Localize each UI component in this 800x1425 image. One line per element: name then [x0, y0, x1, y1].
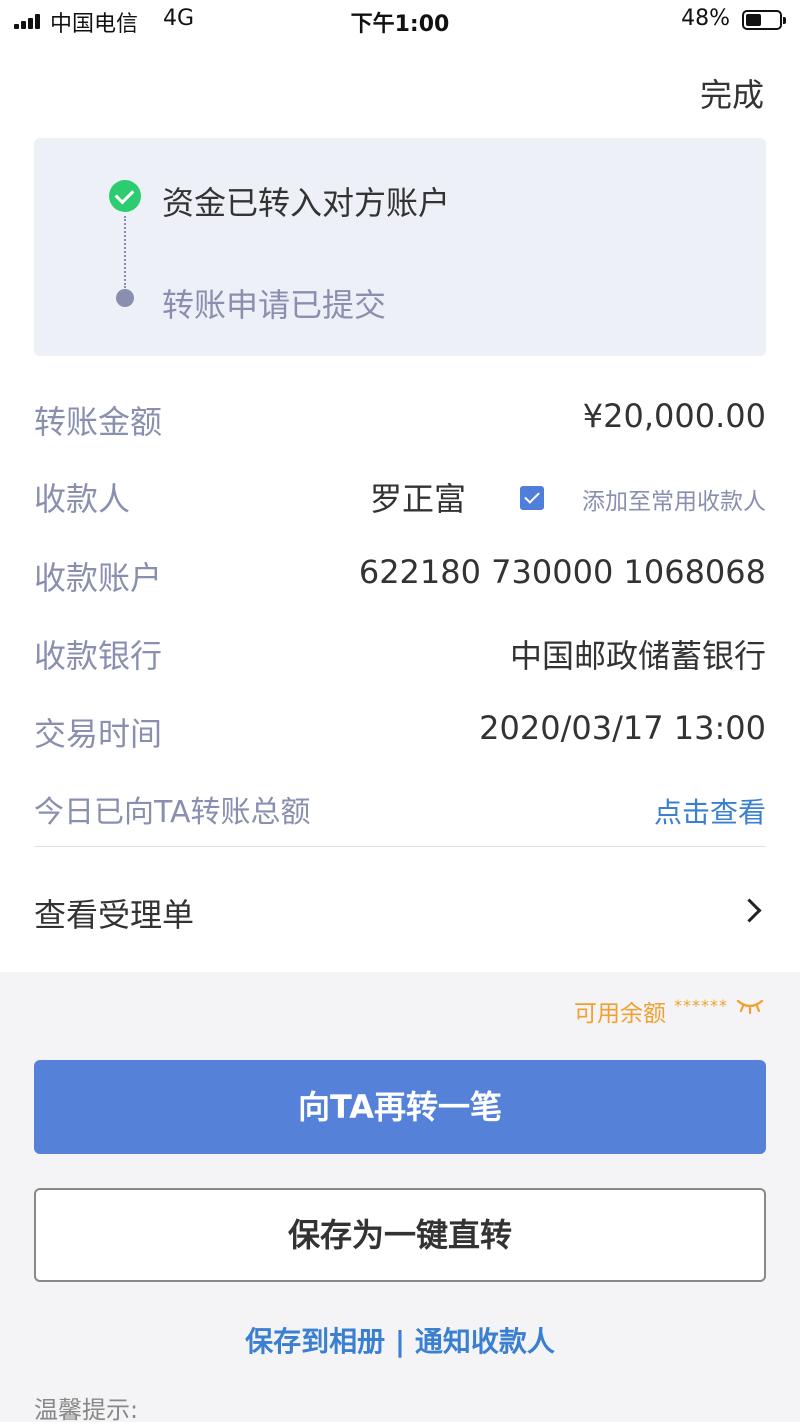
detail-row-time: 交易时间 2020/03/17 13:00 — [34, 705, 766, 755]
step-request-submitted: 转账申请已提交 — [162, 286, 387, 324]
status-time: 下午1:00 — [350, 12, 450, 37]
divider — [34, 846, 766, 847]
view-today-total-link[interactable]: 点击查看 — [654, 791, 766, 831]
step-dot-icon — [116, 289, 134, 307]
time-value: 2020/03/17 13:00 — [479, 709, 766, 747]
save-quick-transfer-button[interactable]: 保存为一键直转 — [34, 1188, 766, 1282]
amount-label: 转账金额 — [34, 403, 163, 441]
account-label: 收款账户 — [34, 559, 163, 597]
share-links: 保存到相册 | 通知收款人 — [0, 1320, 800, 1360]
bank-value: 中国邮政储蓄银行 — [509, 637, 766, 675]
progress-connector — [124, 216, 126, 288]
account-value: 622180 730000 1068068 — [358, 553, 766, 591]
bottom-action-panel: 可用余额 ****** 向TA再转一笔 保存为一键直转 保存到相册 | 通知收款… — [0, 972, 800, 1424]
available-balance-label: 可用余额 — [574, 1001, 666, 1027]
battery-icon — [742, 10, 786, 30]
detail-row-account: 收款账户 622180 730000 1068068 — [34, 549, 766, 599]
check-circle-icon — [109, 180, 141, 212]
available-balance-masked: ****** — [674, 996, 728, 1015]
amount-value: ¥20,000.00 — [582, 397, 766, 435]
step-funds-transferred: 资金已转入对方账户 — [162, 184, 451, 222]
detail-row-today-total: 今日已向TA转账总额 点击查看 — [34, 783, 766, 833]
add-to-favorites-checkbox[interactable] — [520, 486, 544, 510]
done-button[interactable]: 完成 — [700, 70, 764, 116]
today-total-label: 今日已向TA转账总额 — [34, 795, 311, 830]
link-separator: | — [385, 1325, 415, 1358]
time-label: 交易时间 — [34, 715, 163, 753]
bank-label: 收款银行 — [34, 637, 163, 675]
battery-nub — [783, 17, 786, 24]
status-bar: 中国电信 4G 下午1:00 48% — [0, 0, 800, 40]
payee-name: 罗正富 — [370, 480, 467, 518]
tips-label: 温馨提示: — [34, 1396, 139, 1424]
view-receipt-row[interactable]: 查看受理单 — [0, 860, 800, 960]
detail-row-payee: 收款人 罗正富 添加至常用收款人 — [34, 470, 766, 520]
battery-fill — [746, 14, 761, 26]
notify-payee-link[interactable]: 通知收款人 — [415, 1325, 555, 1358]
battery-percentage: 48% — [681, 6, 730, 31]
detail-row-bank: 收款银行 中国邮政储蓄银行 — [34, 627, 766, 677]
save-to-album-link[interactable]: 保存到相册 — [245, 1325, 385, 1358]
transfer-again-button[interactable]: 向TA再转一笔 — [34, 1060, 766, 1154]
eye-closed-icon[interactable] — [736, 998, 764, 1014]
transfer-progress-card: 资金已转入对方账户 转账申请已提交 — [34, 138, 766, 356]
detail-row-amount: 转账金额 ¥20,000.00 — [34, 393, 766, 443]
add-to-favorites-label[interactable]: 添加至常用收款人 — [582, 482, 766, 516]
view-receipt-label: 查看受理单 — [34, 896, 195, 934]
payee-label: 收款人 — [34, 480, 131, 518]
chevron-right-icon — [737, 898, 762, 923]
